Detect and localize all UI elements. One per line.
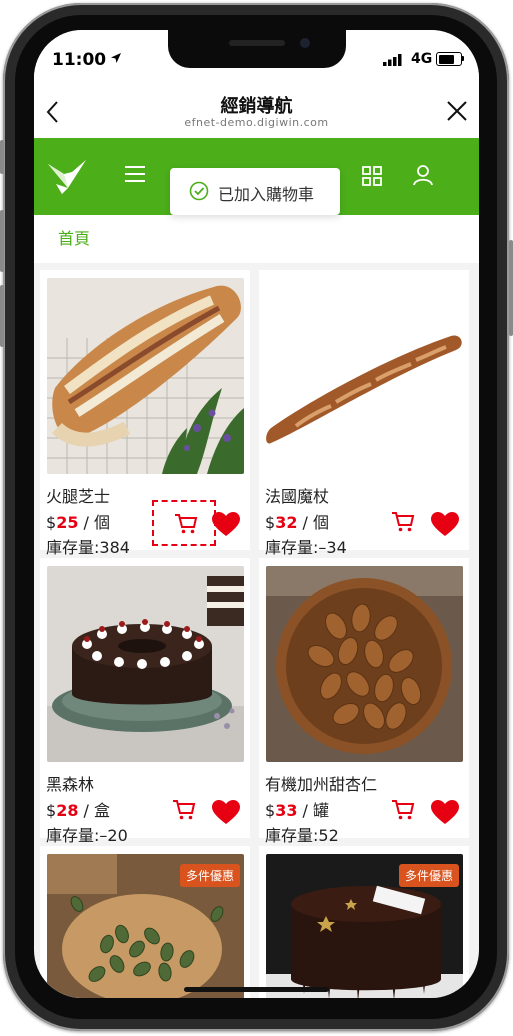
price-unit: / 罐 [302, 801, 330, 820]
power-button [509, 240, 513, 336]
heart-icon[interactable] [431, 800, 459, 825]
promo-badge: 多件優惠 [398, 864, 459, 887]
product-card[interactable]: 法國魔杖 $32 / 個 庫存量:–34 [259, 270, 469, 557]
location-arrow-icon [111, 53, 121, 63]
price-value: 33 [275, 801, 298, 820]
page-url: efnet-demo.digiwin.com [184, 116, 329, 129]
product-price: $25 / 個 [46, 509, 110, 533]
cart-icon [173, 800, 196, 820]
product-price: $32 / 個 [265, 509, 329, 533]
product-price: $28 / 盒 [46, 797, 110, 821]
product-name[interactable]: 有機加州甜杏仁 [265, 771, 377, 795]
cart-icon [392, 800, 415, 820]
product-card[interactable]: 火腿芝士 $25 / 個 庫存量:384 [40, 270, 250, 557]
network-type: 4G [411, 51, 433, 67]
title-bar: 經銷導航 efnet-demo.digiwin.com [34, 86, 479, 138]
volume-down-button [0, 285, 4, 347]
mute-switch [0, 140, 4, 174]
product-name[interactable]: 法國魔杖 [265, 483, 329, 507]
grid-icon[interactable] [362, 166, 382, 186]
price-value: 25 [56, 513, 79, 532]
home-indicator[interactable] [184, 987, 329, 992]
product-stock: 庫存量:–20 [46, 826, 128, 845]
product-card[interactable]: 黑森林 $28 / 盒 庫存量:–20 [40, 558, 250, 845]
product-name[interactable]: 火腿芝士 [46, 483, 110, 507]
price-currency: $ [265, 801, 276, 820]
heart-icon[interactable] [431, 512, 459, 537]
price-currency: $ [265, 513, 276, 532]
product-stock: 庫存量:384 [46, 538, 130, 557]
breadcrumb: 首頁 [34, 215, 479, 263]
cart-icon [175, 514, 198, 534]
signal-icon [383, 54, 402, 66]
cart-icon [392, 512, 415, 532]
product-card[interactable]: 多件優惠 [40, 846, 250, 998]
add-to-cart-button[interactable] [152, 788, 216, 834]
battery-tip [462, 56, 464, 61]
heart-icon[interactable] [212, 512, 240, 537]
toast-added-to-cart: 已加入購物車 [170, 168, 340, 215]
front-camera [300, 38, 310, 48]
status-time: 11:00 [52, 50, 107, 70]
price-unit: / 個 [302, 513, 330, 532]
product-stock: 庫存量:52 [265, 826, 339, 845]
promo-badge: 多件優惠 [179, 864, 240, 887]
add-to-cart-button[interactable] [371, 500, 435, 546]
product-image-baguette[interactable] [266, 278, 463, 474]
product-card[interactable]: 多件優惠 [259, 846, 469, 998]
volume-up-button [0, 210, 4, 272]
app-screen: 11:00 4G 經銷導航 efnet-demo.digiwin.com 已加入… [34, 30, 479, 998]
brand-logo[interactable] [46, 158, 88, 196]
product-stock: 庫存量:–34 [265, 538, 347, 557]
product-card[interactable]: 有機加州甜杏仁 $33 / 罐 庫存量:52 [259, 558, 469, 845]
price-value: 32 [275, 513, 298, 532]
price-value: 28 [56, 801, 79, 820]
notch [168, 30, 346, 68]
page-title: 經銷導航 [220, 96, 293, 117]
battery-icon [436, 52, 462, 66]
heart-icon[interactable] [212, 800, 240, 825]
price-unit: / 個 [83, 513, 111, 532]
product-image-black-forest-cake[interactable] [47, 566, 244, 762]
speaker-grille [229, 40, 285, 46]
add-to-cart-button[interactable] [371, 788, 435, 834]
product-name[interactable]: 黑森林 [46, 771, 94, 795]
add-to-cart-button[interactable] [152, 500, 216, 546]
product-image-almonds[interactable] [266, 566, 463, 762]
user-icon[interactable] [412, 164, 434, 186]
product-price: $33 / 罐 [265, 797, 329, 821]
price-currency: $ [46, 513, 57, 532]
breadcrumb-home-link[interactable]: 首頁 [58, 225, 90, 249]
price-unit: / 盒 [83, 801, 111, 820]
toast-message: 已加入購物車 [218, 185, 315, 204]
price-currency: $ [46, 801, 57, 820]
check-circle-icon [189, 181, 209, 201]
menu-icon[interactable] [124, 164, 146, 184]
close-icon[interactable] [445, 99, 469, 123]
product-image-ham-cheese-bread[interactable] [47, 278, 244, 474]
